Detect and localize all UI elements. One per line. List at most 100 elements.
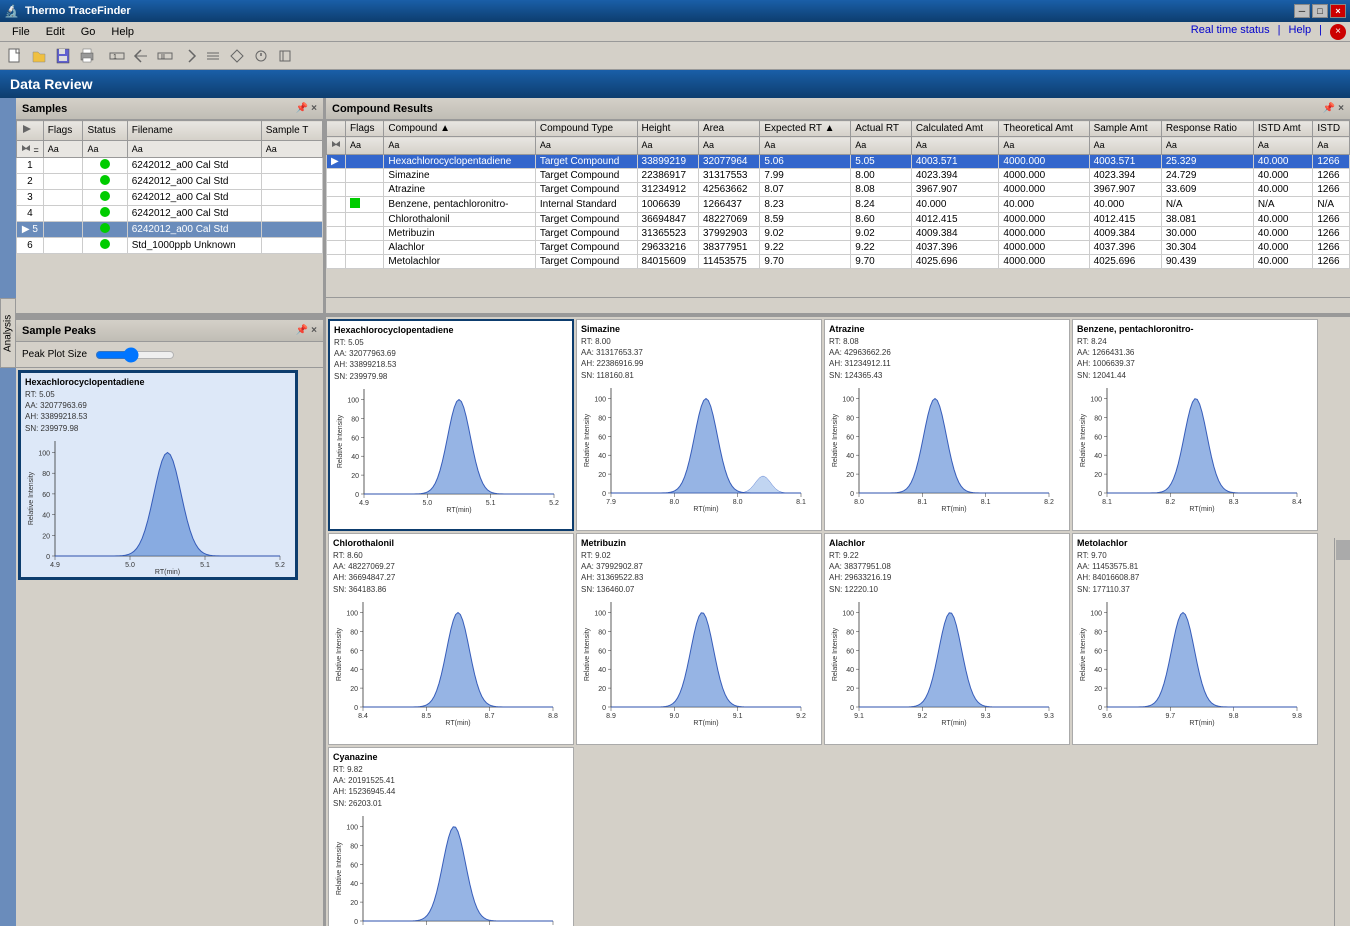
cr-type-col[interactable]: Compound Type <box>535 121 637 137</box>
compound-row[interactable]: Metribuzin Target Compound 31365523 3799… <box>327 227 1350 241</box>
cr-expected-rt-col[interactable]: Expected RT ▲ <box>760 121 851 137</box>
cr-compound-col[interactable]: Compound ▲ <box>384 121 535 137</box>
sample-row[interactable]: 4 6242012_a00 Cal Std <box>17 206 323 222</box>
samples-col-headers: Flags Status Filename Sample T <box>17 121 323 141</box>
menu-edit[interactable]: Edit <box>38 24 73 40</box>
print-button[interactable] <box>76 45 98 67</box>
cr-istd-amt-col[interactable]: ISTD Amt <box>1253 121 1312 137</box>
cr-istd-col[interactable]: ISTD <box>1313 121 1350 137</box>
cr-row-actual-rt: 8.08 <box>851 183 912 197</box>
cr-height-col[interactable]: Height <box>637 121 698 137</box>
nav-button-8[interactable] <box>274 45 296 67</box>
menu-file[interactable]: File <box>4 24 38 40</box>
nav-button-3[interactable]: II <box>154 45 176 67</box>
col-status-header[interactable]: Status <box>83 121 127 141</box>
cr-row-istd-amt: 40.000 <box>1253 155 1312 169</box>
real-time-status-link[interactable]: Real time status <box>1191 24 1270 40</box>
col-row-num[interactable] <box>17 121 44 141</box>
svg-text:8.1: 8.1 <box>1102 499 1112 506</box>
peak-plot-size-slider[interactable] <box>95 347 175 363</box>
svg-text:5.2: 5.2 <box>275 562 285 569</box>
help-link[interactable]: Help <box>1289 24 1312 40</box>
peak-card[interactable]: Benzene, pentachloronitro- RT: 8.24 AA: … <box>1072 319 1318 531</box>
sample-row[interactable]: ▶ 5 6242012_a00 Cal Std <box>17 222 323 238</box>
cr-row-actual-rt: 8.60 <box>851 213 912 227</box>
cr-arrow-col[interactable] <box>327 121 346 137</box>
sample-row[interactable]: 3 6242012_a00 Cal Std <box>17 190 323 206</box>
compound-row[interactable]: Chlorothalonil Target Compound 36694847 … <box>327 213 1350 227</box>
new-button[interactable] <box>4 45 26 67</box>
menu-go[interactable]: Go <box>73 24 104 40</box>
compound-results-close-icon[interactable]: × <box>1338 103 1344 114</box>
svg-text:9.2: 9.2 <box>796 713 806 720</box>
sample-flags <box>43 174 83 190</box>
nav-button-4[interactable] <box>178 45 200 67</box>
toolbar: 1 II <box>0 42 1350 70</box>
samples-pin-icon[interactable]: 📌 <box>296 103 308 114</box>
cr-row-theor-amt: 4000.000 <box>999 241 1089 255</box>
peak-card[interactable]: Hexachlorocyclopentadiene RT: 5.05 AA: 3… <box>328 319 574 531</box>
samples-table-container[interactable]: Flags Status Filename Sample T = Aa <box>16 120 323 313</box>
compound-results-table: Flags Compound ▲ Compound Type Height Ar… <box>326 120 1350 269</box>
minimize-button[interactable]: ─ <box>1294 4 1310 18</box>
sample-row[interactable]: 2 6242012_a00 Cal Std <box>17 174 323 190</box>
close-icon[interactable]: × <box>1330 24 1346 40</box>
peak-card[interactable]: Metribuzin RT: 9.02 AA: 37992902.87 AH: … <box>576 533 822 745</box>
svg-text:40: 40 <box>1094 667 1102 674</box>
compound-results-pin-icon[interactable]: 📌 <box>1323 103 1335 114</box>
cr-sample-amt-col[interactable]: Sample Amt <box>1089 121 1161 137</box>
scrollbar-thumb[interactable] <box>1336 540 1350 560</box>
compound-row[interactable]: Alachlor Target Compound 29633216 383779… <box>327 241 1350 255</box>
cr-row-sample-amt: 4037.396 <box>1089 241 1161 255</box>
col-filename-header[interactable]: Filename <box>127 121 261 141</box>
menu-help[interactable]: Help <box>103 24 142 40</box>
cr-theor-amt-col[interactable]: Theoretical Amt <box>999 121 1089 137</box>
right-panel: Compound Results 📌 × Flags Compound ▲ <box>326 98 1350 926</box>
nav-button-2[interactable] <box>130 45 152 67</box>
peak-card[interactable]: Simazine RT: 8.00 AA: 31317653.37 AH: 22… <box>576 319 822 531</box>
cr-response-ratio-col[interactable]: Response Ratio <box>1161 121 1253 137</box>
menu-bar: File Edit Go Help Real time status | Hel… <box>0 22 1350 42</box>
cr-row-istd: 1266 <box>1313 213 1350 227</box>
cr-area-col[interactable]: Area <box>698 121 759 137</box>
close-button[interactable]: × <box>1330 4 1346 18</box>
compound-row[interactable]: Atrazine Target Compound 31234912 425636… <box>327 183 1350 197</box>
right-scrollbar[interactable] <box>1334 538 1350 926</box>
compound-row[interactable]: ▶ Hexachlorocyclopentadiene Target Compo… <box>327 155 1350 169</box>
nav-button-7[interactable] <box>250 45 272 67</box>
sample-peaks-close-icon[interactable]: × <box>311 325 317 336</box>
sample-filename: 6242012_a00 Cal Std <box>127 190 261 206</box>
svg-text:5.2: 5.2 <box>549 500 559 507</box>
peak-card[interactable]: Chlorothalonil RT: 8.60 AA: 48227069.27 … <box>328 533 574 745</box>
nav-button-6[interactable] <box>226 45 248 67</box>
col-sampletype-header[interactable]: Sample T <box>261 121 322 141</box>
svg-text:60: 60 <box>846 648 854 655</box>
peak-card[interactable]: Atrazine RT: 8.08 AA: 42963662.26 AH: 31… <box>824 319 1070 531</box>
cr-row-type: Internal Standard <box>535 197 637 213</box>
samples-close-icon[interactable]: × <box>311 103 317 114</box>
cr-calc-amt-col[interactable]: Calculated Amt <box>911 121 999 137</box>
peak-card-chrom: 020406080100 8.48.58.78.8 RT(min) Relati… <box>333 597 569 740</box>
nav-button-1[interactable]: 1 <box>106 45 128 67</box>
sample-peaks-pin-icon[interactable]: 📌 <box>296 325 308 336</box>
sample-row[interactable]: 1 6242012_a00 Cal Std <box>17 158 323 174</box>
svg-text:0: 0 <box>355 492 359 499</box>
compound-horiz-scrollbar[interactable] <box>326 297 1350 313</box>
peak-card[interactable]: Metolachlor RT: 9.70 AA: 11453575.81 AH:… <box>1072 533 1318 745</box>
peak-card[interactable]: Alachlor RT: 9.22 AA: 38377951.08 AH: 29… <box>824 533 1070 745</box>
open-button[interactable] <box>28 45 50 67</box>
col-flags-header[interactable]: Flags <box>43 121 83 141</box>
analysis-tab[interactable]: Analysis <box>0 298 16 368</box>
compound-table-wrap[interactable]: Flags Compound ▲ Compound Type Height Ar… <box>326 120 1350 297</box>
cr-row-type: Target Compound <box>535 241 637 255</box>
maximize-button[interactable]: □ <box>1312 4 1328 18</box>
cr-actual-rt-col[interactable]: Actual RT <box>851 121 912 137</box>
peak-card[interactable]: Cyanazine RT: 9.82 AA: 20191525.41 AH: 1… <box>328 747 574 926</box>
compound-row[interactable]: Metolachlor Target Compound 84015609 114… <box>327 255 1350 269</box>
sample-row[interactable]: 6 Std_1000ppb Unknown <box>17 238 323 254</box>
compound-row[interactable]: Benzene, pentachloronitro- Internal Stan… <box>327 197 1350 213</box>
nav-button-5[interactable] <box>202 45 224 67</box>
cr-flags-col[interactable]: Flags <box>346 121 384 137</box>
save-button[interactable] <box>52 45 74 67</box>
compound-row[interactable]: Simazine Target Compound 22386917 313175… <box>327 169 1350 183</box>
